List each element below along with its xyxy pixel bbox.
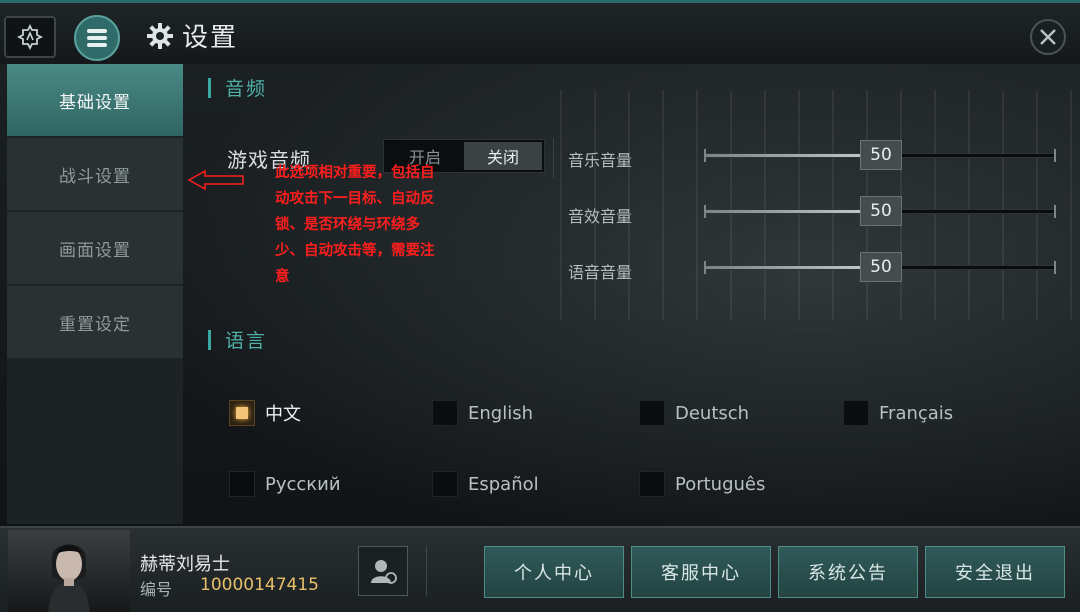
slider-endcap: [1054, 261, 1056, 274]
slider-knob[interactable]: 50: [860, 196, 902, 226]
top-bar: 设置: [0, 0, 1080, 64]
language-label: Español: [468, 473, 539, 495]
divider: [553, 138, 554, 178]
sidebar-item-label: 画面设置: [59, 240, 131, 261]
language-option-fr[interactable]: Français: [843, 400, 953, 426]
sidebar-item-reset[interactable]: 重置设定: [7, 286, 183, 358]
avatar-portrait-icon: [48, 544, 90, 612]
checkbox: [843, 400, 869, 426]
sidebar-item-basic[interactable]: 基础设置: [7, 64, 183, 136]
slider-knob[interactable]: 50: [860, 252, 902, 282]
map-icon: [17, 24, 43, 50]
section-title-text: 语言: [225, 330, 268, 352]
language-option-de[interactable]: Deutsch: [639, 400, 749, 426]
language-label: Français: [879, 402, 954, 424]
page-title: 设置: [146, 17, 238, 54]
sidebar-item-combat[interactable]: 战斗设置: [7, 138, 183, 210]
player-id: 10000147415: [200, 575, 319, 595]
section-title-text: 音频: [225, 78, 268, 100]
sfx-volume-slider[interactable]: 50: [704, 196, 1056, 226]
slider-endcap: [1054, 205, 1056, 218]
close-icon: [1040, 29, 1056, 45]
language-label: 中文: [265, 404, 301, 425]
slider-endcap: [704, 205, 706, 218]
checkbox: [639, 400, 665, 426]
music-volume-label: 音乐音量: [568, 151, 633, 170]
switch-account-icon: [371, 560, 397, 584]
checkbox: [229, 400, 255, 426]
avatar[interactable]: [8, 530, 130, 612]
switch-account-button[interactable]: [358, 546, 408, 596]
slider-knob[interactable]: 50: [860, 140, 902, 170]
voice-volume-slider[interactable]: 50: [704, 252, 1056, 282]
section-title-language: 语言: [208, 326, 267, 353]
language-option-es[interactable]: Español: [432, 471, 539, 497]
settings-sidebar: 基础设置 战斗设置 画面设置 重置设定: [7, 64, 183, 524]
close-button[interactable]: [1030, 19, 1066, 55]
slider-fill: [705, 154, 880, 157]
sidebar-item-label: 战斗设置: [59, 166, 131, 187]
player-name: 赫蒂刘易士: [140, 554, 230, 575]
player-id-label: 编号: [140, 580, 173, 599]
checkbox: [432, 471, 458, 497]
voice-volume-label: 语音音量: [568, 263, 633, 282]
sfx-volume-label: 音效音量: [568, 207, 633, 226]
slider-endcap: [704, 149, 706, 162]
language-option-zh[interactable]: 中文: [229, 400, 301, 426]
language-label: English: [468, 402, 533, 424]
gear-icon: [147, 22, 173, 49]
bottom-bar: 赫蒂刘易士 编号 10000147415 个人中心 客服中心 系统公告 安全退出: [0, 526, 1080, 612]
slider-endcap: [704, 261, 706, 274]
page-title-text: 设置: [182, 23, 239, 53]
map-button[interactable]: [4, 16, 56, 58]
slider-fill: [705, 210, 880, 213]
customer-service-button[interactable]: 客服中心: [631, 546, 771, 598]
language-label: Português: [675, 473, 766, 495]
section-title-audio: 音频: [208, 74, 267, 101]
language-label: Русский: [265, 473, 341, 495]
settings-panel: 音频 游戏音频 开启 关闭 音乐音量 50 音效音量 50 语音音量 50 此选…: [187, 64, 1080, 524]
menu-icon: [87, 29, 107, 47]
menu-button[interactable]: [74, 15, 120, 61]
sidebar-item-label: 基础设置: [59, 92, 131, 113]
divider: [426, 546, 427, 596]
personal-center-button[interactable]: 个人中心: [484, 546, 624, 598]
section-accent-bar: [208, 329, 211, 350]
language-label: Deutsch: [675, 402, 750, 424]
slider-endcap: [1054, 149, 1056, 162]
toggle-off[interactable]: 关闭: [464, 142, 542, 170]
language-option-ru[interactable]: Русский: [229, 471, 341, 497]
checkbox: [432, 400, 458, 426]
language-option-pt[interactable]: Português: [639, 471, 765, 497]
system-announcement-button[interactable]: 系统公告: [778, 546, 918, 598]
sidebar-item-graphics[interactable]: 画面设置: [7, 212, 183, 284]
checkbox: [639, 471, 665, 497]
language-option-en[interactable]: English: [432, 400, 533, 426]
annotation-text: 此选项相对重要，包括自动攻击下一目标、自动反锁、是否环绕与环绕多少、自动攻击等，…: [275, 165, 435, 285]
sidebar-item-label: 重置设定: [59, 314, 131, 335]
section-accent-bar: [208, 77, 211, 98]
slider-fill: [705, 266, 880, 269]
annotation-arrow-icon: [187, 169, 244, 191]
checkbox: [229, 471, 255, 497]
logout-button[interactable]: 安全退出: [925, 546, 1065, 598]
checkbox-checked-icon: [236, 407, 248, 419]
music-volume-slider[interactable]: 50: [704, 140, 1056, 170]
